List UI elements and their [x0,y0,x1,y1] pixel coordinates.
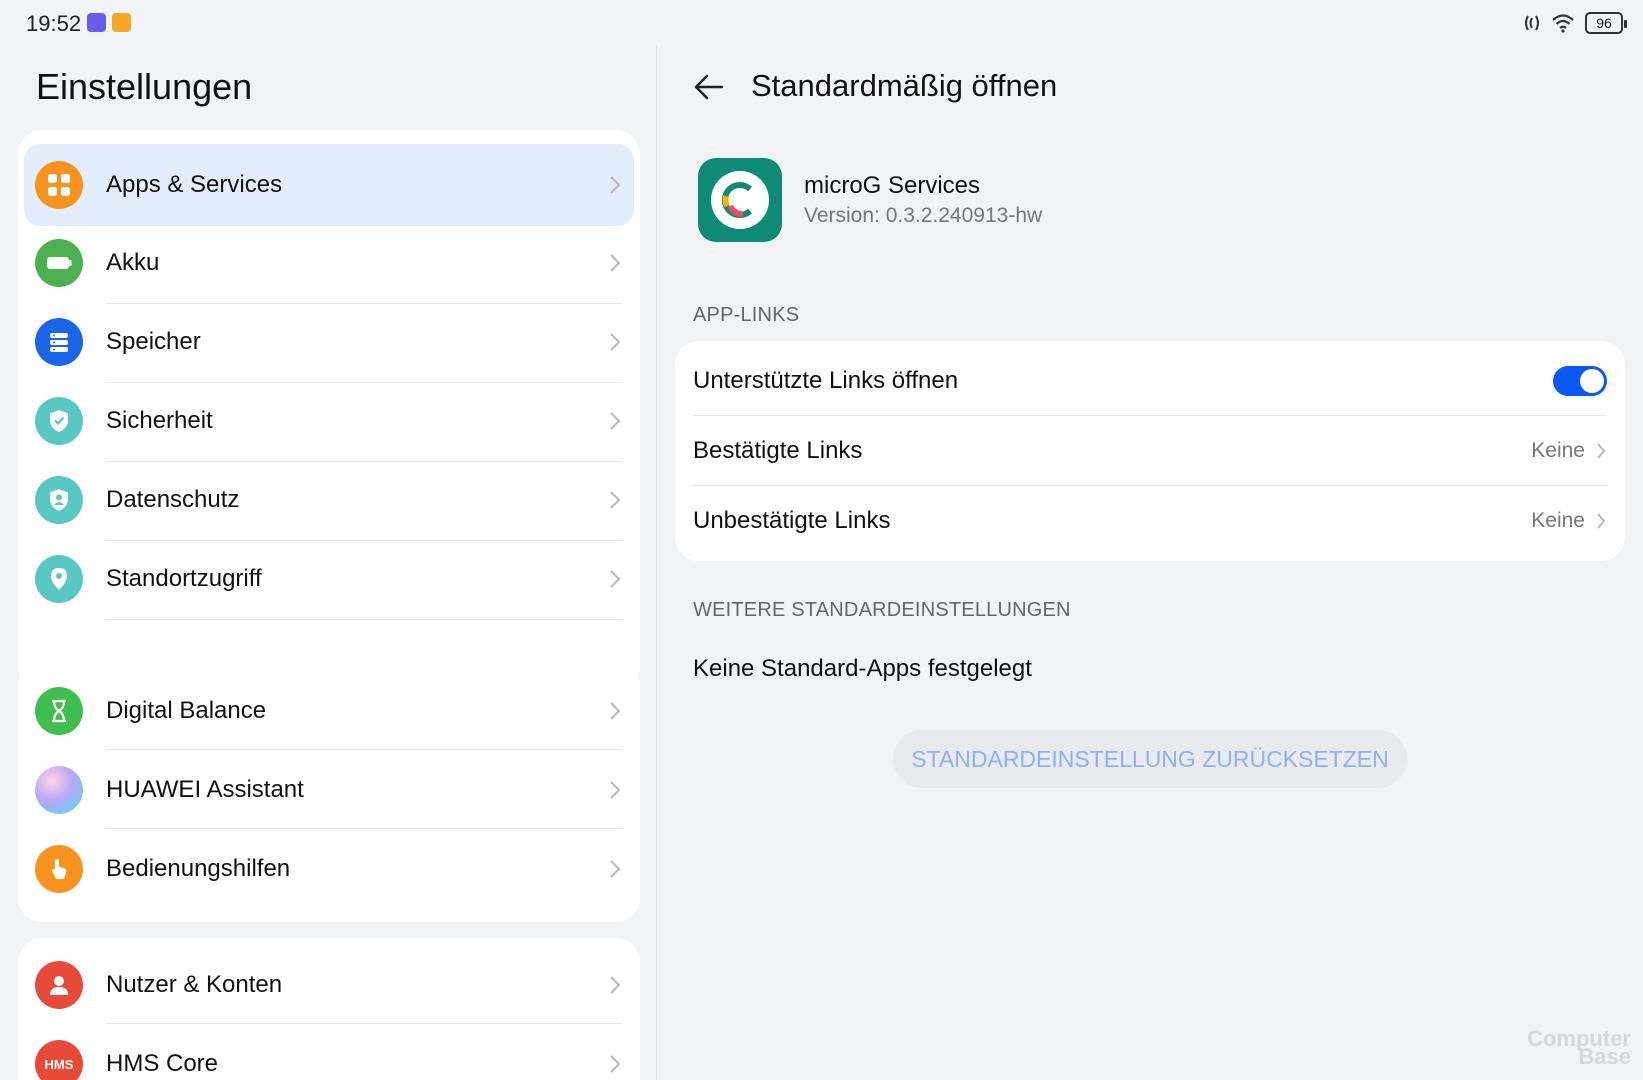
shield-icon [35,397,83,445]
app-links-card: Unterstützte Links öffnen Bestätigte Lin… [675,341,1625,561]
chevron-right-icon [610,412,621,430]
app-version: Version: 0.3.2.240913-hw [804,204,1043,227]
verified-links-value: Keine [1531,439,1585,462]
sidebar-item-label: Akku [106,249,160,276]
open-supported-links-row[interactable]: Unterstützte Links öffnen [675,346,1625,416]
sidebar-item-bedienungshilfen[interactable]: Bedienungshilfen [18,828,640,910]
chevron-right-icon [610,570,621,588]
sidebar-item-label: Speicher [106,328,201,355]
no-default-apps-text: Keine Standard-Apps festgelegt [693,655,1032,682]
divider [106,1023,622,1024]
sidebar-item-speicher[interactable]: Speicher [18,301,640,383]
settings-group-1: Apps & Services Akku Speicher Sicherheit… [18,130,640,690]
hms-icon: HMS [35,1040,83,1080]
app-name: microG Services [804,172,981,199]
status-bar: 19:52 96 [0,0,1643,46]
sidebar-item-hms-core[interactable]: HMS HMS Core [18,1023,640,1080]
chevron-right-icon [610,702,621,720]
sidebar-item-label: Sicherheit [106,407,213,434]
sidebar-item-datenschutz[interactable]: Datenschutz [18,459,640,541]
settings-group-3: Nutzer & Konten HMS HMS Core [18,938,640,1080]
sidebar-item-huawei-assistant[interactable]: HUAWEI Assistant [18,749,640,831]
notification-app-icon [87,13,106,32]
divider [106,749,622,750]
sidebar-item-digital-balance[interactable]: Digital Balance [18,670,640,752]
chevron-right-icon [610,1055,621,1073]
divider [106,619,622,620]
reset-defaults-button[interactable]: STANDARDEINSTELLUNG ZURÜCKSETZEN [893,730,1407,788]
hourglass-icon [35,687,83,735]
chevron-right-icon [610,491,621,509]
verified-links-label: Bestätigte Links [693,437,863,464]
toggle-knob [1580,369,1604,393]
chevron-right-icon [610,254,621,272]
unverified-links-value: Keine [1531,509,1585,532]
nfc-icon [1525,15,1539,31]
detail-pane: Standardmäßig öffnen microG Services Ver… [657,46,1643,1080]
section-header-more-defaults: WEITERE STANDARDEINSTELLUNGEN [693,599,1071,621]
storage-icon [35,318,83,366]
wifi-icon [1552,14,1574,33]
open-supported-links-label: Unterstützte Links öffnen [693,367,959,394]
page-title: Standardmäßig öffnen [751,68,1058,103]
sidebar-item-apps-services[interactable]: Apps & Services [24,144,634,226]
privacy-icon [35,476,83,524]
location-icon [35,555,83,603]
chevron-right-icon [610,976,621,994]
divider [106,828,622,829]
sidebar-item-label: Apps & Services [106,171,283,198]
settings-list-pane: Einstellungen Apps & Services Akku Speic… [0,46,655,1080]
sidebar-item-label: Nutzer & Konten [106,971,283,998]
sidebar-item-akku[interactable]: Akku [18,222,640,304]
sidebar-item-label: Digital Balance [106,697,267,724]
sidebar-item-label: Bedienungshilfen [106,855,291,882]
verified-links-row[interactable]: Bestätigte Links Keine [675,416,1625,486]
sidebar-item-sicherheit[interactable]: Sicherheit [18,380,640,462]
chevron-right-icon [1597,513,1606,529]
status-time: 19:52 [26,11,82,36]
chevron-right-icon [610,860,621,878]
chevron-right-icon [610,781,621,799]
hms-badge-text: HMS [44,1056,74,1072]
sidebar-item-label: Datenschutz [106,486,240,513]
chevron-right-icon [610,333,621,351]
page-title: Einstellungen [36,66,253,107]
settings-group-2: Digital Balance HUAWEI Assistant Bedienu… [18,662,640,922]
apps-icon [35,161,83,209]
sidebar-item-label: Standortzugriff [106,565,262,592]
notification-app-icon [112,13,131,32]
sidebar-item-nutzer-konten[interactable]: Nutzer & Konten [18,944,640,1026]
assistant-icon [35,766,83,814]
open-supported-links-toggle[interactable] [1553,366,1607,396]
sidebar-item-label: HMS Core [106,1050,219,1077]
unverified-links-label: Unbestätigte Links [693,507,891,534]
back-arrow-icon[interactable] [692,72,726,102]
chevron-right-icon [610,176,621,194]
sidebar-item-standortzugriff[interactable]: Standortzugriff [18,538,640,620]
sidebar-item-label: HUAWEI Assistant [106,776,304,803]
hand-icon [35,845,83,893]
chevron-right-icon [1597,443,1606,459]
user-icon [35,961,83,1009]
section-header-app-links: APP-LINKS [693,304,800,326]
microg-app-icon [698,158,782,242]
computerbase-watermark: Computer Base [1527,1028,1631,1068]
unverified-links-row[interactable]: Unbestätigte Links Keine [675,486,1625,556]
battery-icon [35,239,83,287]
battery-indicator: 96 [1585,12,1627,34]
